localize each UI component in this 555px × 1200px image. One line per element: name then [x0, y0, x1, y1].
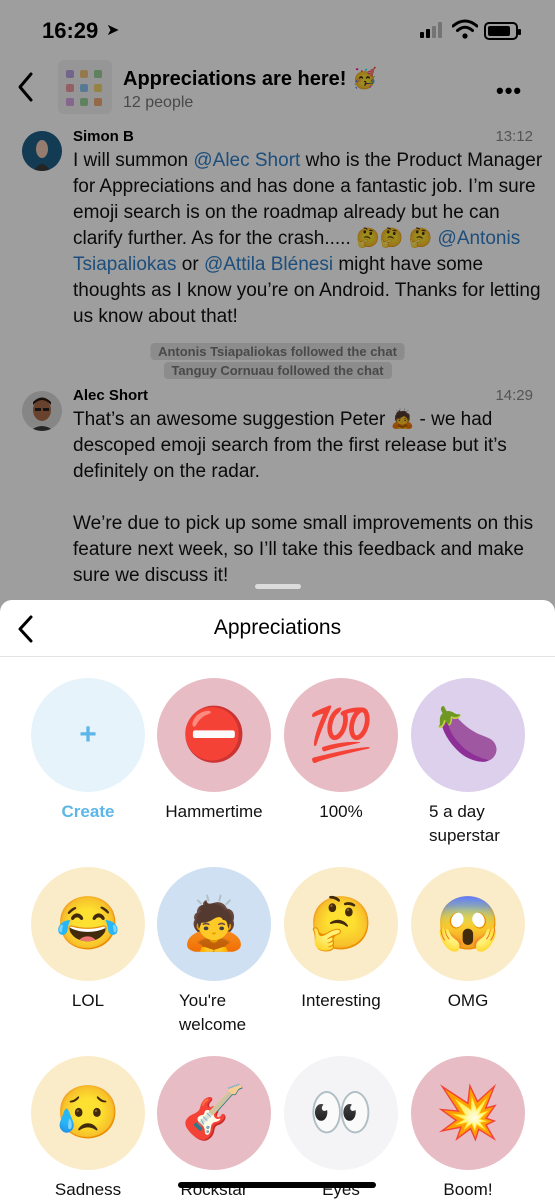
eggplant-emoji-icon: 🍆 [435, 706, 501, 764]
tile-label: OMG [447, 991, 489, 1010]
sheet-title: Appreciations [213, 616, 342, 639]
sad-face-emoji-icon: 😥 [55, 1084, 121, 1142]
guitar-emoji-icon: 🎸 [181, 1084, 247, 1142]
tile-circle[interactable]: 😥 [31, 1056, 145, 1170]
tile-circle[interactable]: 👀 [284, 1056, 398, 1170]
tile-label: Boom! [443, 1180, 493, 1199]
no-entry-emoji-icon: ⛔ [181, 706, 247, 764]
tile-label: Interesting [301, 991, 381, 1010]
tile-circle[interactable]: 🎸 [157, 1056, 271, 1170]
tile-label: You're welcome [179, 991, 247, 1034]
tile-label: Create [61, 802, 115, 821]
sheet-header: Appreciations [0, 600, 555, 657]
appreciations-sheet: Appreciations + Create ⛔ Hammertime 💯 10… [0, 600, 555, 1200]
tile-circle[interactable]: 😂 [31, 867, 145, 981]
tears-of-joy-emoji-icon: 😂 [55, 895, 121, 953]
back-chevron-icon[interactable] [14, 613, 38, 645]
sheet-grabber[interactable] [255, 584, 301, 589]
create-circle[interactable]: + [31, 678, 145, 792]
tile-label: Hammertime [165, 802, 263, 821]
hundred-points-emoji-icon: 💯 [308, 706, 374, 764]
tile-circle[interactable]: 😱 [411, 867, 525, 981]
bowing-person-emoji-icon: 🙇 [181, 895, 247, 953]
plus-icon: + [79, 718, 97, 751]
eyes-emoji-icon: 👀 [308, 1084, 374, 1142]
screaming-face-emoji-icon: 😱 [435, 895, 501, 953]
tile-label: Sadness [54, 1180, 122, 1199]
tile-circle[interactable]: 🤔 [284, 867, 398, 981]
tile-label: LOL [71, 991, 105, 1010]
tile-circle[interactable]: 💥 [411, 1056, 525, 1170]
tile-label: 5 a day superstar [429, 802, 500, 845]
collision-emoji-icon: 💥 [435, 1084, 501, 1142]
tile-circle[interactable]: 💯 [284, 678, 398, 792]
tile-circle[interactable]: ⛔ [157, 678, 271, 792]
tile-circle[interactable]: 🍆 [411, 678, 525, 792]
tile-circle[interactable]: 🙇 [157, 867, 271, 981]
tile-label: 100% [319, 802, 363, 821]
thinking-face-emoji-icon: 🤔 [308, 895, 374, 953]
home-indicator[interactable] [178, 1182, 376, 1188]
